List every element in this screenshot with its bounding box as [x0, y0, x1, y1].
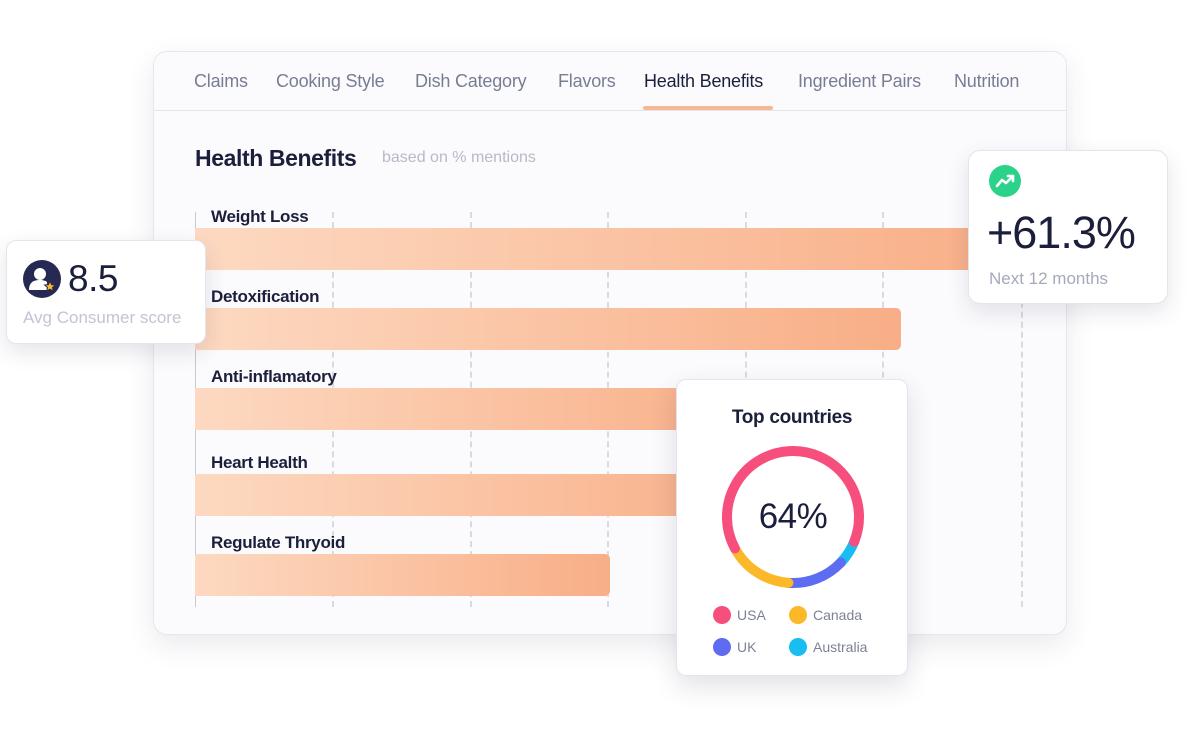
section-subtitle: based on % mentions: [382, 149, 536, 166]
tab-flavors[interactable]: Flavors: [558, 71, 616, 92]
trend-value: +61.3%: [987, 207, 1136, 258]
donut-center-value: 64%: [758, 497, 828, 536]
tab-dish-category[interactable]: Dish Category: [415, 71, 527, 92]
bar[interactable]: [195, 554, 610, 596]
user-star-icon: [23, 260, 61, 298]
donut-segment-canada[interactable]: [729, 543, 794, 588]
tab-bar: Claims Cooking Style Dish Category Flavo…: [154, 52, 1066, 111]
section-title: Health Benefits: [195, 145, 357, 171]
legend-label: Canada: [813, 607, 863, 623]
bar[interactable]: [195, 228, 1025, 270]
consumer-score-label: Avg Consumer score: [23, 308, 182, 327]
trending-up-icon: [989, 165, 1021, 197]
top-countries-card: Top countries 64% USA Canada UK Australia: [676, 379, 908, 676]
bar-label: Heart Health: [211, 453, 308, 472]
bar-label: Anti-inflamatory: [211, 367, 337, 386]
tab-cooking-style[interactable]: Cooking Style: [276, 71, 385, 92]
consumer-score-card: 8.5 Avg Consumer score: [6, 240, 206, 344]
legend-label: UK: [737, 639, 757, 655]
active-tab-indicator: [643, 106, 773, 110]
legend-label: USA: [737, 607, 766, 623]
bar-label: Detoxification: [211, 287, 320, 306]
bar-label: Weight Loss: [211, 207, 309, 226]
bar-label: Regulate Thryoid: [211, 533, 346, 552]
trend-label: Next 12 months: [989, 269, 1109, 288]
tab-ingredient-pairs[interactable]: Ingredient Pairs: [798, 71, 921, 92]
consumer-score-value: 8.5: [68, 258, 118, 299]
top-countries-title: Top countries: [731, 407, 853, 428]
main-card: Claims Cooking Style Dish Category Flavo…: [153, 51, 1067, 635]
legend-dot: [713, 638, 731, 656]
tab-nutrition[interactable]: Nutrition: [954, 71, 1019, 92]
donut-segment-uk[interactable]: [783, 557, 846, 588]
legend-label: Australia: [813, 639, 868, 655]
trend-card: +61.3% Next 12 months: [968, 150, 1168, 304]
legend-dot: [713, 606, 731, 624]
tab-health-benefits[interactable]: Health Benefits: [644, 71, 763, 92]
bar[interactable]: [195, 308, 901, 350]
tab-claims[interactable]: Claims: [194, 71, 248, 92]
legend-dot: [789, 638, 807, 656]
legend-dot: [789, 606, 807, 624]
